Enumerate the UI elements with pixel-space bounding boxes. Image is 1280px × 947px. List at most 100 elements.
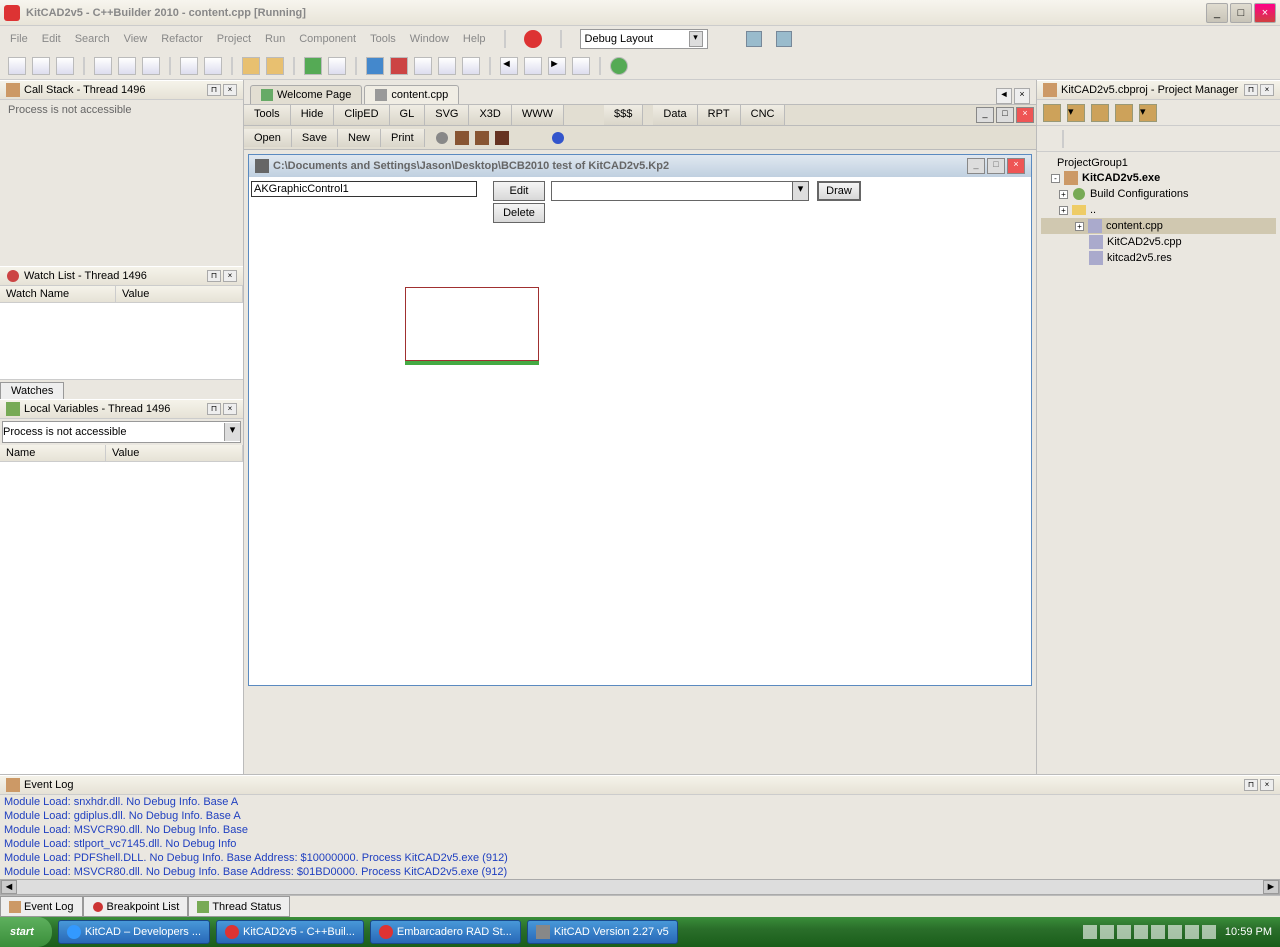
open-button[interactable] bbox=[32, 57, 50, 75]
inner-close-button[interactable]: × bbox=[1016, 107, 1034, 123]
tt-data[interactable]: Data bbox=[653, 105, 697, 125]
inner-max-button[interactable]: □ bbox=[996, 107, 1014, 123]
run-button[interactable] bbox=[304, 57, 322, 75]
child-titlebar[interactable]: C:\Documents and Settings\Jason\Desktop\… bbox=[249, 155, 1031, 177]
col-watch-name[interactable]: Watch Name bbox=[0, 286, 116, 302]
expand-icon[interactable]: + bbox=[1075, 222, 1084, 231]
tt-cnc[interactable]: CNC bbox=[741, 105, 786, 125]
menu-window[interactable]: Window bbox=[410, 33, 449, 45]
menu-project[interactable]: Project bbox=[217, 33, 251, 45]
tt-www[interactable]: WWW bbox=[512, 105, 564, 125]
pin-button[interactable]: ⊓ bbox=[207, 403, 221, 415]
tt-cliped[interactable]: ClipED bbox=[334, 105, 389, 125]
taskbar-item[interactable]: KitCAD2v5 - C++Buil... bbox=[216, 920, 364, 944]
tray-icon[interactable] bbox=[1168, 925, 1182, 939]
tree-item[interactable]: + Build Configurations bbox=[1041, 186, 1276, 202]
inner-min-button[interactable]: _ bbox=[976, 107, 994, 123]
tree-item[interactable]: kitcad2v5.res bbox=[1041, 250, 1276, 266]
tree-item[interactable]: - KitCAD2v5.exe bbox=[1041, 170, 1276, 186]
tab-content-cpp[interactable]: content.cpp bbox=[364, 85, 459, 104]
tb-btn[interactable] bbox=[524, 57, 542, 75]
expand-icon[interactable]: + bbox=[1059, 190, 1068, 199]
col-name[interactable]: Name bbox=[0, 445, 106, 461]
tt-tools[interactable]: Tools bbox=[244, 105, 291, 125]
menu-run[interactable]: Run bbox=[265, 33, 285, 45]
toolbar-icon[interactable] bbox=[746, 31, 762, 47]
tb-btn[interactable] bbox=[118, 57, 136, 75]
draw-combo[interactable]: ▾ bbox=[551, 181, 809, 201]
tree-item[interactable]: + .. bbox=[1041, 202, 1276, 218]
tb-btn[interactable] bbox=[142, 57, 160, 75]
close-panel-button[interactable]: × bbox=[1260, 779, 1274, 791]
tray-icon[interactable] bbox=[1134, 925, 1148, 939]
gear-icon[interactable] bbox=[435, 131, 449, 145]
tb-btn[interactable] bbox=[438, 57, 456, 75]
close-panel-button[interactable]: × bbox=[223, 403, 237, 415]
fb-new[interactable]: New bbox=[338, 129, 381, 147]
stop-icon[interactable] bbox=[524, 30, 542, 48]
tb-btn[interactable] bbox=[204, 57, 222, 75]
tb-btn[interactable] bbox=[414, 57, 432, 75]
box-icon[interactable] bbox=[495, 131, 509, 145]
scroll-left-button[interactable]: ◄ bbox=[1, 880, 17, 894]
tt-hide[interactable]: Hide bbox=[291, 105, 335, 125]
btab-threads[interactable]: Thread Status bbox=[188, 896, 290, 917]
tab-scroll-button[interactable]: ◄ bbox=[996, 88, 1012, 104]
tray-icon[interactable] bbox=[1083, 925, 1097, 939]
collapse-icon[interactable]: - bbox=[1051, 174, 1060, 183]
fb-save[interactable]: Save bbox=[292, 129, 338, 147]
graphic-rect[interactable] bbox=[405, 287, 539, 361]
tb-btn[interactable] bbox=[94, 57, 112, 75]
pin-button[interactable]: ⊓ bbox=[207, 84, 221, 96]
chevron-down-icon[interactable]: ▾ bbox=[224, 423, 240, 441]
tray-icon[interactable] bbox=[1100, 925, 1114, 939]
chevron-down-icon[interactable]: ▾ bbox=[689, 31, 703, 47]
forward-button[interactable]: ► bbox=[548, 57, 566, 75]
tray-icon[interactable] bbox=[1117, 925, 1131, 939]
chevron-down-icon[interactable]: ▾ bbox=[792, 182, 808, 200]
menu-help[interactable]: Help bbox=[463, 33, 486, 45]
tt-x3d[interactable]: X3D bbox=[469, 105, 511, 125]
tt-money[interactable]: $$$ bbox=[604, 105, 643, 125]
folder-button[interactable] bbox=[242, 57, 260, 75]
child-min-button[interactable]: _ bbox=[967, 158, 985, 174]
help-icon[interactable] bbox=[551, 131, 565, 145]
taskbar-item[interactable]: Embarcadero RAD St... bbox=[370, 920, 521, 944]
tt-svg[interactable]: SVG bbox=[425, 105, 469, 125]
tb-btn[interactable] bbox=[1043, 104, 1061, 122]
tb-btn[interactable] bbox=[572, 57, 590, 75]
tb-btn[interactable] bbox=[1115, 104, 1133, 122]
menu-refactor[interactable]: Refactor bbox=[161, 33, 203, 45]
tb-btn[interactable] bbox=[180, 57, 198, 75]
tab-watches[interactable]: Watches bbox=[0, 382, 64, 399]
menu-component[interactable]: Component bbox=[299, 33, 356, 45]
toolbar-icon[interactable] bbox=[776, 31, 792, 47]
menu-tools[interactable]: Tools bbox=[370, 33, 396, 45]
box-icon[interactable] bbox=[455, 131, 469, 145]
tb-btn[interactable] bbox=[462, 57, 480, 75]
clock[interactable]: 10:59 PM bbox=[1225, 926, 1272, 938]
scroll-track[interactable] bbox=[17, 880, 1263, 894]
tray-icon[interactable] bbox=[1202, 925, 1216, 939]
back-button[interactable]: ◄ bbox=[500, 57, 518, 75]
tray-icon[interactable] bbox=[1151, 925, 1165, 939]
btab-eventlog[interactable]: Event Log bbox=[0, 896, 83, 917]
tab-close-button[interactable]: × bbox=[1014, 88, 1030, 104]
start-button[interactable]: start bbox=[0, 917, 52, 947]
menu-file[interactable]: File bbox=[10, 33, 28, 45]
close-panel-button[interactable]: × bbox=[1260, 84, 1274, 96]
minimize-button[interactable]: _ bbox=[1206, 3, 1228, 23]
pin-button[interactable]: ⊓ bbox=[207, 270, 221, 282]
menu-view[interactable]: View bbox=[124, 33, 148, 45]
tb-btn[interactable]: ▾ bbox=[1067, 104, 1085, 122]
eventlog-body[interactable]: Module Load: snxhdr.dll. No Debug Info. … bbox=[0, 795, 1280, 879]
tb-btn[interactable] bbox=[328, 57, 346, 75]
col-value[interactable]: Value bbox=[116, 286, 243, 302]
tree-root[interactable]: ProjectGroup1 bbox=[1041, 156, 1276, 170]
menu-search[interactable]: Search bbox=[75, 33, 110, 45]
tt-gl[interactable]: GL bbox=[390, 105, 426, 125]
tb-btn[interactable]: ▾ bbox=[1139, 104, 1157, 122]
pin-button[interactable]: ⊓ bbox=[1244, 779, 1258, 791]
menu-edit[interactable]: Edit bbox=[42, 33, 61, 45]
fb-open[interactable]: Open bbox=[244, 129, 292, 147]
